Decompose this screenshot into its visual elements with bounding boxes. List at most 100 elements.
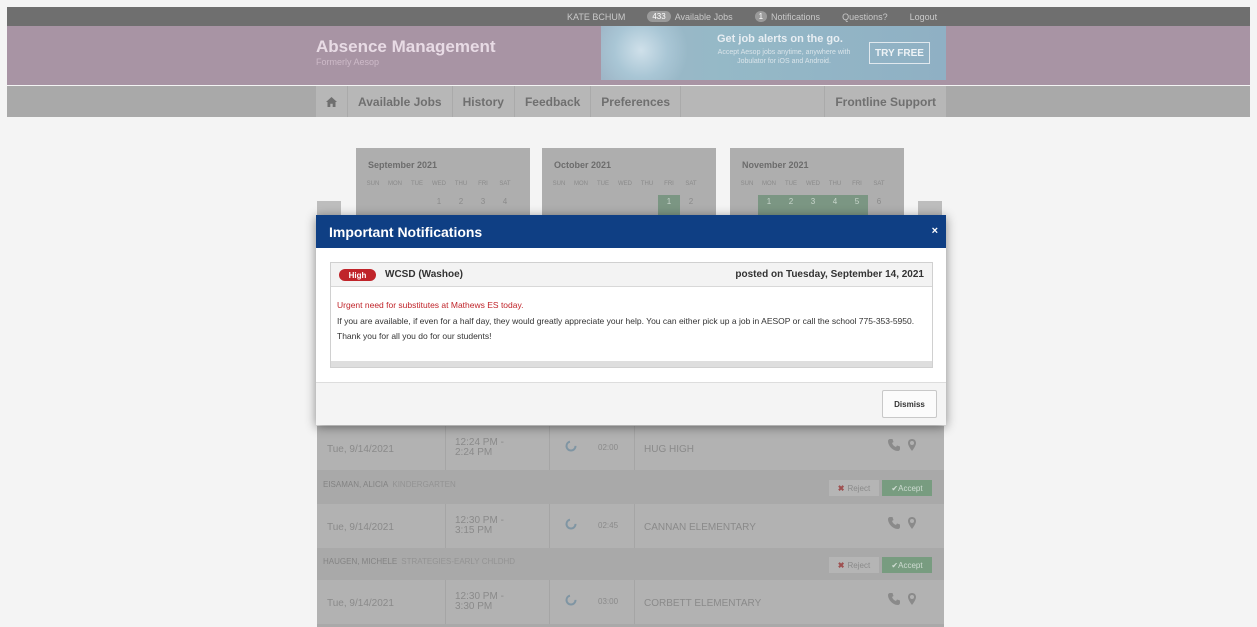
- home-icon: [326, 96, 337, 107]
- notifications-link[interactable]: 1 Notifications: [754, 11, 821, 22]
- weekday-label: TUE: [411, 181, 423, 187]
- weekday-header: SUN MON TUE WED THU FRI SAT: [736, 181, 890, 187]
- accept-button[interactable]: ✔ Accept: [882, 557, 932, 573]
- phone-icon[interactable]: [887, 592, 901, 606]
- job-duration: 02:45: [598, 521, 619, 530]
- employee-name: HAUGEN, MICHELE STRATEGIES-EARLY CHLDHD: [323, 557, 516, 566]
- message-paragraph: If you are available, if even for a half…: [337, 315, 915, 326]
- weekday-label: SAT: [499, 181, 511, 187]
- dismiss-button[interactable]: Dismiss: [882, 390, 937, 418]
- divider: [549, 504, 550, 548]
- tab-frontline-support[interactable]: Frontline Support: [824, 86, 946, 117]
- weekday-label: THU: [454, 181, 468, 187]
- calendar-day: [548, 195, 570, 216]
- calendar-month: September 2021 SUN MON TUE WED THU FRI SAT 1 2 3 4: [356, 148, 530, 218]
- notification-footer: [331, 361, 932, 367]
- tab-history[interactable]: History: [453, 86, 515, 117]
- calendar-day[interactable]: 4: [824, 195, 846, 216]
- calendar-day: [614, 195, 636, 216]
- calendar-day[interactable]: 4: [494, 195, 516, 216]
- notification-body: Urgent need for substitutes at Mathews E…: [337, 300, 927, 342]
- job-row[interactable]: Tue, 9/14/2021 12:30 PM -3:30 PM 03:00 C…: [317, 580, 944, 624]
- modal-footer: [316, 382, 946, 425]
- divider: [634, 580, 635, 624]
- calendar-day[interactable]: 5: [846, 195, 868, 216]
- job-duration: 02:00: [598, 443, 619, 452]
- try-free-button[interactable]: TRY FREE: [869, 42, 930, 64]
- thanks-message: Thank you for all you do for our student…: [337, 331, 492, 341]
- notification-card: High WCSD (Washoe) posted on Tuesday, Se…: [330, 262, 933, 368]
- calendar-day[interactable]: 2: [680, 195, 702, 216]
- divider: [634, 426, 635, 470]
- weekday-header: SUN MON TUE WED THU FRI SAT: [548, 181, 702, 187]
- tab-preferences[interactable]: Preferences: [591, 86, 682, 117]
- notification-org: WCSD (Washoe): [385, 269, 463, 280]
- accept-button[interactable]: ✔ Accept: [882, 480, 932, 496]
- tab-feedback[interactable]: Feedback: [515, 86, 592, 117]
- job-time: 12:30 PM -3:15 PM: [455, 515, 504, 536]
- calendar-day: [384, 195, 406, 216]
- user-name[interactable]: KATE BCHUM: [567, 12, 625, 22]
- weekday-label: TUE: [597, 181, 609, 187]
- weekday-label: SUN: [366, 181, 380, 187]
- main-nav: Available Jobs History Feedback Preferen…: [7, 86, 1250, 117]
- home-tab[interactable]: [316, 86, 348, 117]
- calendar-day[interactable]: 1: [758, 195, 780, 216]
- promo-subtext: Accept Aesop jobs anytime, anywhere with…: [717, 49, 851, 65]
- calendar-day: [636, 195, 658, 216]
- check-icon: ✔: [891, 560, 899, 570]
- divider: [445, 504, 446, 548]
- x-icon: ✖: [837, 560, 845, 570]
- divider: [549, 426, 550, 470]
- job-date: Tue, 9/14/2021: [327, 522, 394, 533]
- weekday-label: THU: [828, 181, 842, 187]
- calendar-day[interactable]: 3: [802, 195, 824, 216]
- calendar-day[interactable]: 2: [780, 195, 802, 216]
- logout-link[interactable]: Logout: [910, 12, 938, 22]
- weekday-label: FRI: [852, 181, 862, 187]
- reject-button[interactable]: ✖ Reject: [829, 480, 879, 496]
- job-date: Tue, 9/14/2021: [327, 444, 394, 455]
- notifications-label: Notifications: [771, 11, 821, 22]
- questions-link[interactable]: Questions?: [842, 12, 888, 22]
- weekday-label: SUN: [740, 181, 754, 187]
- tab-available-jobs[interactable]: Available Jobs: [348, 86, 453, 117]
- reject-button[interactable]: ✖ Reject: [829, 557, 879, 573]
- weekday-label: THU: [640, 181, 654, 187]
- weekday-label: SAT: [873, 181, 885, 187]
- notification-date: posted on Tuesday, September 14, 2021: [735, 269, 924, 280]
- job-duration: 03:00: [598, 597, 619, 606]
- calendar-day[interactable]: 6: [868, 195, 890, 216]
- job-location: HUG HIGH: [644, 444, 694, 455]
- job-time: 12:30 PM -3:30 PM: [455, 591, 504, 612]
- job-row[interactable]: Tue, 9/14/2021 12:24 PM -2:24 PM 02:00 H…: [317, 426, 944, 470]
- job-location: CORBETT ELEMENTARY: [644, 598, 762, 609]
- weekday-label: MON: [388, 181, 402, 187]
- map-pin-icon[interactable]: [907, 516, 917, 530]
- job-row[interactable]: Tue, 9/14/2021 12:30 PM -3:15 PM 02:45 C…: [317, 504, 944, 548]
- map-pin-icon[interactable]: [907, 438, 917, 452]
- app-title: Absence Management: [316, 37, 496, 56]
- available-jobs-link[interactable]: 433 Available Jobs: [647, 11, 733, 22]
- weekday-label: FRI: [478, 181, 488, 187]
- phone-icon[interactable]: [887, 438, 901, 452]
- calendar-day[interactable]: 2: [450, 195, 472, 216]
- calendar-day: [570, 195, 592, 216]
- close-icon[interactable]: ×: [932, 225, 938, 237]
- calendar-day[interactable]: 1: [658, 195, 680, 216]
- jobulator-promo-banner[interactable]: Get job alerts on the go. Accept Aesop j…: [601, 26, 946, 80]
- phone-icon[interactable]: [887, 516, 901, 530]
- calendar-day[interactable]: 3: [472, 195, 494, 216]
- top-bar: KATE BCHUM 433 Available Jobs 1 Notifica…: [7, 7, 1250, 26]
- job-time: 12:24 PM -2:24 PM: [455, 437, 504, 458]
- divider: [445, 426, 446, 470]
- calendar-day[interactable]: 1: [428, 195, 450, 216]
- weekday-label: SAT: [685, 181, 697, 187]
- calendar-week: 1234: [362, 195, 516, 216]
- employee-row: EISAMAN, ALICIA KINDERGARTEN ✖ Reject ✔ Acc…: [317, 473, 944, 501]
- notification-header: High WCSD (Washoe) posted on Tuesday, Se…: [331, 263, 932, 287]
- calendar-day: [406, 195, 428, 216]
- map-pin-icon[interactable]: [907, 592, 917, 606]
- app-subtitle: Formerly Aesop: [316, 57, 380, 67]
- weekday-label: WED: [432, 181, 446, 187]
